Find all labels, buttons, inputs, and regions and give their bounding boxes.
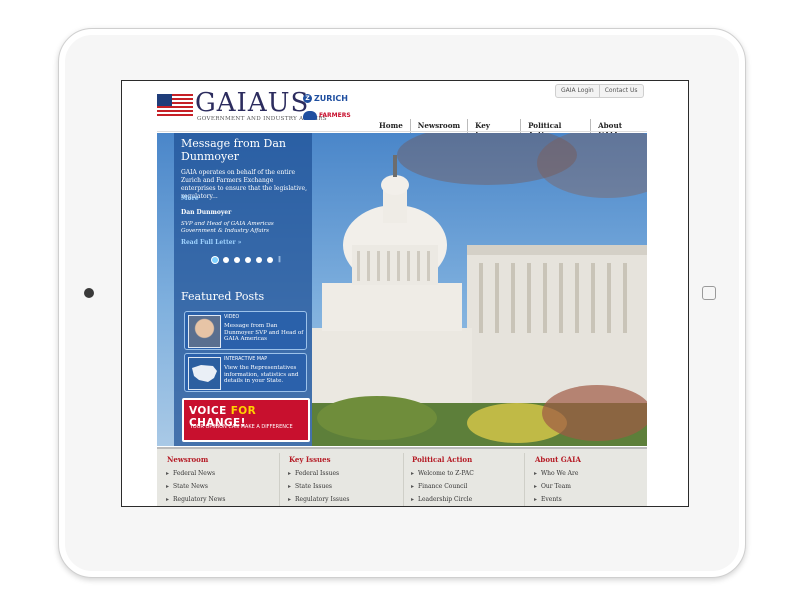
footer-link[interactable]: State Issues (288, 483, 399, 490)
slider-dot[interactable] (223, 256, 229, 263)
footer-column-title[interactable]: Key Issues (289, 455, 399, 464)
author-title: SVP and Head of GAIA Americas Government… (181, 221, 274, 234)
farmers-label: FARMERS (319, 112, 351, 119)
footer-divider (279, 453, 280, 506)
zurich-mark-icon: Z (303, 94, 312, 103)
video-thumbnail (188, 315, 221, 348)
screen: GAIAUS GOVERNMENT AND INDUSTRY AFFAIRS Z… (121, 80, 689, 507)
zurich-label: ZURICH (314, 94, 348, 103)
featured-post-map[interactable]: INTERACTIVE MAP View the Representatives… (184, 353, 307, 392)
double-chevron-right-icon: » (237, 239, 242, 246)
footer-divider (524, 453, 525, 506)
footer-link[interactable]: Finance Council (411, 483, 522, 490)
footer-column-title[interactable]: Newsroom (167, 455, 277, 464)
footer-column-title[interactable]: Political Action (412, 455, 522, 464)
footer-divider (403, 453, 404, 506)
footer-column-newsroom: Newsroom Federal News State News Regulat… (166, 455, 277, 506)
site-logo[interactable]: GAIAUS (195, 88, 309, 118)
post-type-label: INTERACTIVE MAP (224, 357, 268, 362)
post-title: Message from Dan Dunmoyer SVP and Head o… (224, 323, 304, 342)
footer-column-about-gaia: About GAIA Who We Are Our Team Events (534, 455, 645, 506)
nav-divider (157, 131, 647, 132)
voice-for-change-subtitle: YOUR OPINION CAN MAKE A DIFFERENCE (190, 424, 293, 430)
footer-column-title[interactable]: About GAIA (535, 455, 645, 464)
footer-link[interactable]: Events (534, 496, 645, 503)
footer-link[interactable]: Welcome to Z-PAC (411, 470, 522, 477)
message-body: GAIA operates on behalf of the entire Zu… (181, 169, 307, 200)
website: GAIAUS GOVERNMENT AND INDUSTRY AFFAIRS Z… (157, 81, 647, 506)
footer-link[interactable]: Leadership Circle (411, 496, 522, 503)
footer-link[interactable]: Our Team (534, 483, 645, 490)
slider-dot[interactable] (212, 256, 218, 263)
footer-link[interactable]: Who We Are (534, 470, 645, 477)
contact-us-link[interactable]: Contact Us (600, 85, 643, 97)
author-name: Dan Dunmoyer (181, 209, 232, 216)
footer-link[interactable]: Regulatory News (166, 496, 277, 503)
more-link[interactable]: More (181, 195, 199, 202)
slider-dot[interactable] (245, 256, 251, 263)
slider-dot[interactable] (267, 256, 273, 263)
slider-pagination: ‖ (212, 256, 281, 263)
footer-link[interactable]: Federal Issues (288, 470, 399, 477)
zurich-logo: Z ZURICH (303, 94, 348, 103)
slider-dot[interactable] (256, 256, 262, 263)
read-full-letter-label: Read Full Letter (181, 239, 236, 246)
footer-link[interactable]: Federal News (166, 470, 277, 477)
slider-dot[interactable] (234, 256, 240, 263)
footer-link[interactable]: Regulatory Issues (288, 496, 399, 503)
footer-links: Newsroom Federal News State News Regulat… (157, 447, 647, 506)
footer-link[interactable]: State News (166, 483, 277, 490)
post-title: View the Representatives information, st… (224, 365, 299, 384)
home-button[interactable] (702, 286, 716, 300)
featured-post-video[interactable]: VIDEO Message from Dan Dunmoyer SVP and … (184, 311, 307, 350)
footer-column-political-action: Political Action Welcome to Z-PAC Financ… (411, 455, 522, 506)
message-panel: Message from Dan Dunmoyer GAIA operates … (174, 133, 312, 446)
voice-for-change-banner[interactable]: VOICE FOR CHANGE! YOUR OPINION CAN MAKE … (182, 398, 310, 442)
post-type-label: VIDEO (224, 315, 240, 320)
hero-banner: Message from Dan Dunmoyer GAIA operates … (157, 133, 647, 446)
footer-column-key-issues: Key Issues Federal Issues State Issues R… (288, 455, 399, 506)
camera-icon (84, 288, 94, 298)
us-map-thumbnail (188, 357, 221, 390)
flag-icon (157, 94, 193, 118)
gaia-login-link[interactable]: GAIA Login (556, 85, 599, 97)
utility-links: GAIA Login Contact Us (555, 84, 644, 98)
read-full-letter-link[interactable]: Read Full Letter » (181, 239, 242, 246)
farmers-logo: FARMERS (303, 111, 351, 120)
featured-posts-heading: Featured Posts (181, 290, 265, 303)
pause-icon[interactable]: ‖ (278, 256, 281, 263)
farmers-mark-icon (303, 111, 317, 120)
message-title: Message from Dan Dunmoyer (181, 137, 287, 163)
